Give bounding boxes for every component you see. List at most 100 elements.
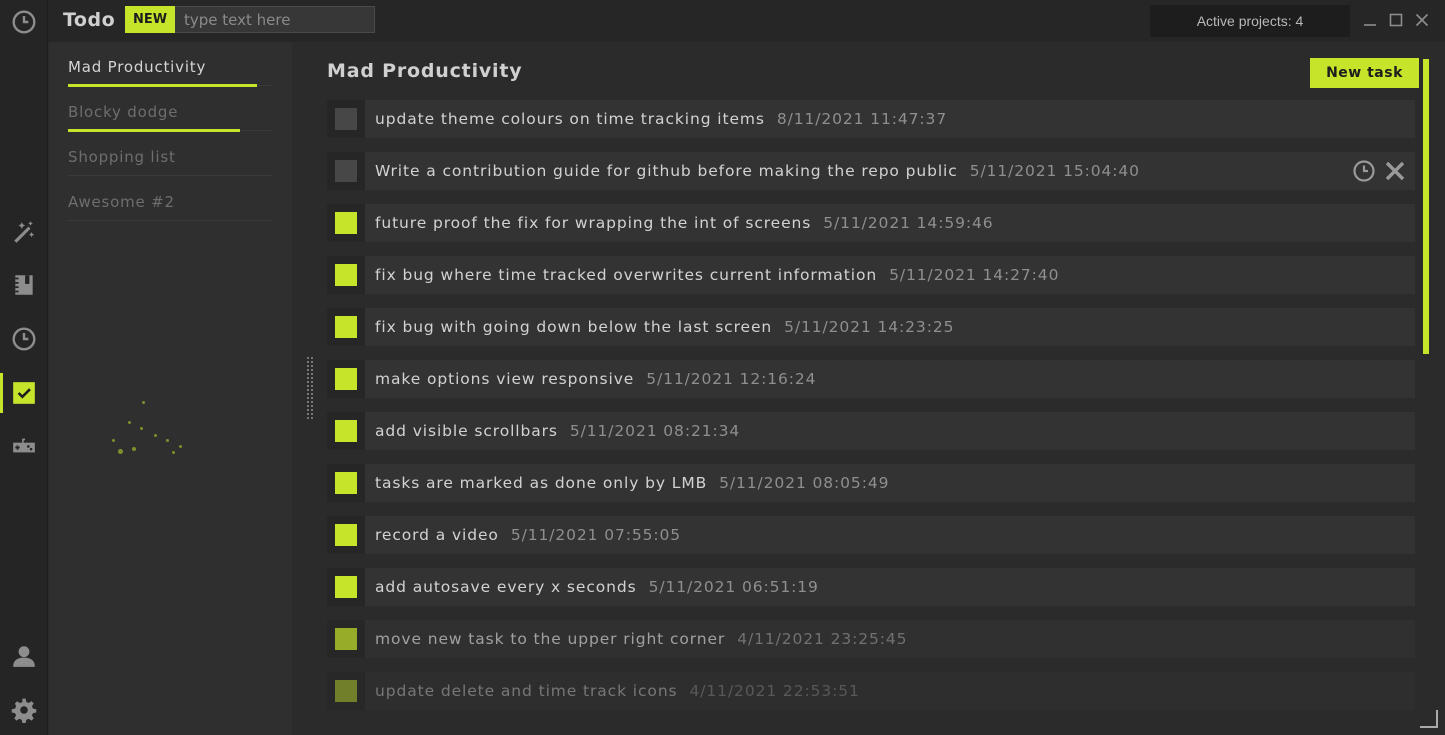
task-timestamp: 5/11/2021 12:16:24 [646,370,817,388]
task-content: make options view responsive 5/11/2021 12… [375,370,816,388]
magic-wand-icon [14,221,35,243]
task-body[interactable]: Write a contribution guide for github be… [365,152,1415,190]
gamepad-icon [13,438,35,453]
task-checkbox[interactable] [327,516,365,554]
rail-item-ideas[interactable] [0,212,48,252]
task-content: future proof the fix for wrapping the in… [375,214,993,232]
task-checkbox[interactable] [327,464,365,502]
task-row[interactable]: record a video 5/11/2021 07:55:05 [327,516,1415,554]
rail-item-time-tracking[interactable] [0,319,48,359]
task-checkbox[interactable] [327,152,365,190]
task-content: record a video 5/11/2021 07:55:05 [375,526,681,544]
maximize-icon [1389,13,1403,27]
vertical-scrollbar[interactable] [1423,59,1429,354]
task-checkbox[interactable] [327,568,365,606]
checked-box-icon [335,368,357,390]
quick-add-input[interactable] [175,6,375,33]
gear-icon [11,698,37,723]
task-content: tasks are marked as done only by LMB 5/11… [375,474,889,492]
task-timestamp: 5/11/2021 07:55:05 [510,526,682,544]
task-row[interactable]: Write a contribution guide for github be… [327,152,1415,190]
app-title: Todo [63,9,116,31]
task-body[interactable]: make options view responsive 5/11/2021 12… [365,360,1415,398]
project-name: Shopping list [68,148,176,166]
checked-box-icon [335,420,357,442]
task-timestamp: 5/11/2021 08:05:49 [719,474,890,492]
task-row[interactable]: fix bug with going down below the last s… [327,308,1415,346]
task-text: update delete and time track icons [375,682,678,700]
task-timestamp: 5/11/2021 14:27:40 [889,266,1060,284]
rail-item-settings[interactable] [0,690,48,730]
task-checkbox[interactable] [327,256,365,294]
task-row[interactable]: tasks are marked as done only by LMB 5/11… [327,464,1415,502]
task-row[interactable]: move new task to the upper right corner 4… [327,620,1415,658]
title-bar: Todo NEW Active projects: 4 [48,0,1445,42]
task-row[interactable]: add visible scrollbars 5/11/2021 08:21:34 [327,412,1415,450]
task-checkbox[interactable] [327,672,365,710]
task-body[interactable]: future proof the fix for wrapping the in… [365,204,1415,242]
task-row[interactable]: update theme colours on time tracking it… [327,100,1415,138]
task-body[interactable]: fix bug with going down below the last s… [365,308,1415,346]
task-checkbox[interactable] [327,412,365,450]
task-checkbox[interactable] [327,100,365,138]
project-item[interactable]: Awesome #2 [68,177,273,222]
minimize-icon [1364,24,1376,26]
task-checkbox[interactable] [327,620,365,658]
task-checkbox[interactable] [327,308,365,346]
task-body[interactable]: add autosave every x seconds 5/11/2021 06… [365,568,1415,606]
checked-box-icon [335,264,357,286]
project-progress-track [68,175,273,176]
checked-box-icon [335,472,357,494]
project-name: Blocky dodge [68,103,179,121]
project-name: Mad Productivity [68,58,207,76]
task-body[interactable]: add visible scrollbars 5/11/2021 08:21:34 [365,412,1415,450]
rail-item-todo[interactable] [0,373,48,413]
project-title: Mad Productivity [327,60,523,82]
task-row[interactable]: add autosave every x seconds 5/11/2021 06… [327,568,1415,606]
checked-box-icon [335,680,357,702]
project-item[interactable]: Shopping list [68,132,273,177]
task-row[interactable]: fix bug where time tracked overwrites cu… [327,256,1415,294]
task-text: make options view responsive [375,370,635,388]
task-body[interactable]: update delete and time track icons 4/11/2… [365,672,1415,710]
task-content: add autosave every x seconds 5/11/2021 06… [375,578,819,596]
task-timestamp: 5/11/2021 06:51:19 [648,578,819,596]
icon-rail [0,0,48,735]
task-body[interactable]: record a video 5/11/2021 07:55:05 [365,516,1415,554]
task-actions [1352,159,1407,183]
task-row[interactable]: future proof the fix for wrapping the in… [327,204,1415,242]
task-content: update delete and time track icons 4/11/2… [375,682,860,700]
rail-item-notes[interactable] [0,265,48,305]
history-clock-button[interactable] [0,2,48,42]
task-text: move new task to the upper right corner [375,630,726,648]
project-progress-track [68,220,273,221]
task-timestamp: 5/11/2021 08:21:34 [569,422,741,440]
task-text: future proof the fix for wrapping the in… [375,214,812,232]
unchecked-box-icon [335,160,357,182]
task-body[interactable]: move new task to the upper right corner 4… [365,620,1415,658]
rail-item-games[interactable] [0,427,48,467]
task-row[interactable]: update delete and time track icons 4/11/2… [327,672,1415,710]
task-text: add autosave every x seconds [375,578,637,596]
window-resize-grip[interactable] [1420,710,1438,728]
task-body[interactable]: fix bug where time tracked overwrites cu… [365,256,1415,294]
minimize-button[interactable] [1359,8,1381,32]
panel-splitter-handle[interactable] [307,357,313,419]
close-window-button[interactable] [1411,8,1433,32]
time-track-icon[interactable] [1352,159,1376,183]
new-task-button[interactable]: New task [1310,58,1419,88]
task-row[interactable]: make options view responsive 5/11/2021 12… [327,360,1415,398]
task-timestamp: 5/11/2021 14:23:25 [784,318,955,336]
project-item[interactable]: Blocky dodge [68,87,273,132]
maximize-button[interactable] [1385,8,1407,32]
task-body[interactable]: tasks are marked as done only by LMB 5/11… [365,464,1415,502]
task-content: fix bug with going down below the last s… [375,318,954,336]
task-checkbox[interactable] [327,204,365,242]
task-checkbox[interactable] [327,360,365,398]
checkbox-icon [13,382,35,404]
rail-item-profile[interactable] [0,636,48,676]
task-timestamp: 8/11/2021 11:47:37 [776,110,948,128]
project-item[interactable]: Mad Productivity [68,42,273,87]
task-body[interactable]: update theme colours on time tracking it… [365,100,1415,138]
delete-icon[interactable] [1383,159,1407,183]
